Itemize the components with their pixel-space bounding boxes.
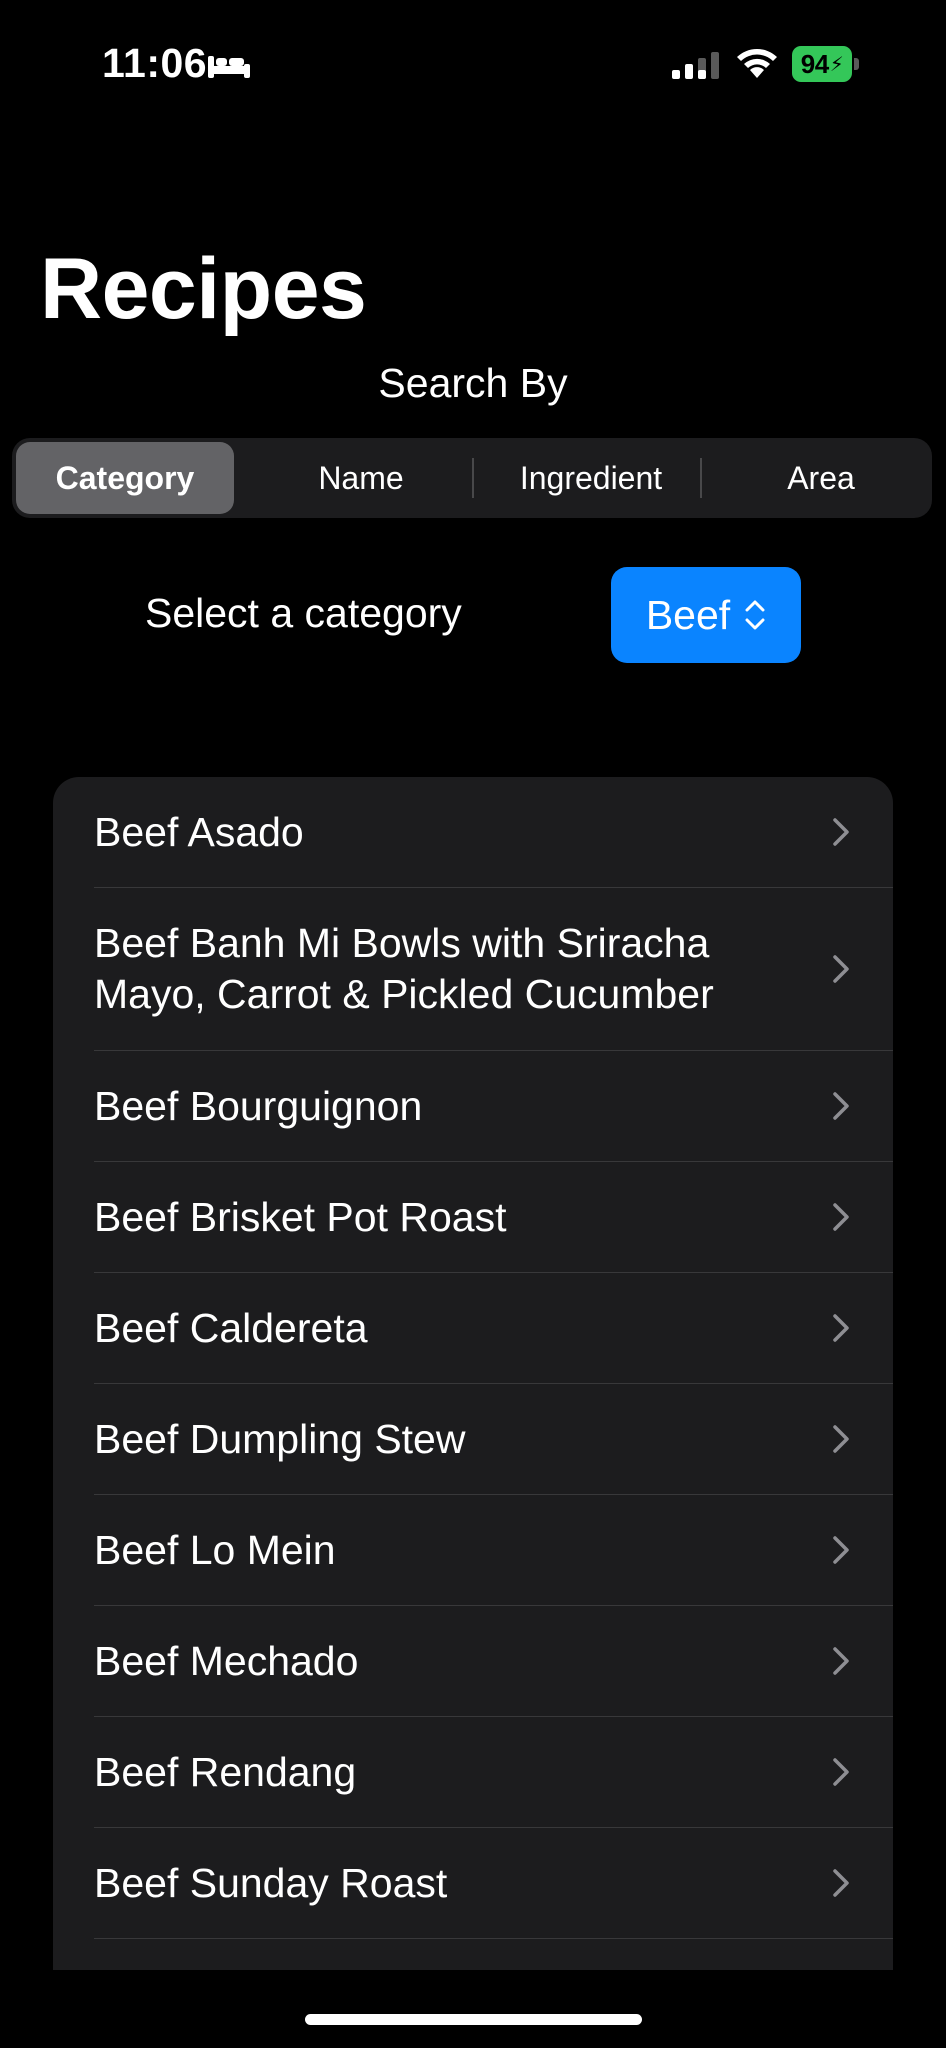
sleep-focus-icon [208,56,250,78]
segment-ingredient[interactable]: Ingredient [482,442,700,514]
chevron-right-icon [833,1092,849,1120]
search-by-segmented-control: Category Name Ingredient Area [12,438,932,518]
recipe-row[interactable]: Beef Dumpling Stew [53,1384,893,1495]
search-by-label: Search By [378,360,568,406]
cellular-signal-icon [672,52,719,79]
chevron-right-icon [833,1203,849,1231]
recipe-row[interactable]: Beef Asado [53,777,893,888]
recipe-name: Beef Bourguignon [94,1083,423,1129]
segment-divider [472,458,474,498]
up-down-chevron-icon [745,600,765,630]
category-picker-value: Beef [645,591,731,638]
segment-category[interactable]: Category [16,442,234,514]
status-time: 11:06 [102,40,208,86]
recipe-name: Beef Sunday Roast [94,1860,448,1906]
recipe-row[interactable]: Beef Bourguignon [53,1051,893,1162]
recipe-name: Beef Rendang [94,1749,357,1795]
home-indicator[interactable] [305,2014,642,2025]
battery-percent: 94 [800,48,829,79]
page-title: Recipes [40,241,367,337]
recipe-name: Beef Asado [94,809,304,855]
battery-cap [854,58,859,70]
recipe-row[interactable]: Beef Banh Mi Bowls with Sriracha Mayo, C… [53,888,893,1051]
category-picker-button[interactable]: Beef [611,567,801,663]
segment-divider [700,458,702,498]
recipe-row[interactable]: Beef Lo Mein [53,1495,893,1606]
recipe-name: Beef Caldereta [94,1305,368,1351]
recipe-name: Beef Brisket Pot Roast [94,1194,507,1240]
recipe-name: Beef Mechado [94,1638,359,1684]
chevron-right-icon [833,1647,849,1675]
segment-name[interactable]: Name [252,442,470,514]
chevron-right-icon [833,1758,849,1786]
chevron-right-icon [833,1425,849,1453]
chevron-right-icon [833,1314,849,1342]
recipe-name: Beef Lo Mein [94,1527,336,1573]
category-picker-label: Select a category [145,590,462,636]
wifi-icon [737,49,777,78]
recipe-row[interactable]: Beef Mechado [53,1606,893,1717]
recipe-row[interactable]: Beef Brisket Pot Roast [53,1162,893,1273]
segment-area[interactable]: Area [712,442,930,514]
battery-level: 94 ⚡ [792,46,852,82]
recipe-list: Beef Asado Beef Banh Mi Bowls with Srira… [53,777,893,1970]
recipe-row[interactable]: Beef Caldereta [53,1273,893,1384]
chevron-right-icon [833,955,849,983]
chevron-right-icon [833,1869,849,1897]
row-separator [94,1938,893,1939]
chevron-right-icon [833,1536,849,1564]
chevron-right-icon [833,818,849,846]
recipe-row[interactable]: Beef Sunday Roast [53,1828,893,1939]
recipe-name: Beef Banh Mi Bowls with Sriracha Mayo, C… [94,920,714,1017]
recipe-row[interactable]: Beef Rendang [53,1717,893,1828]
recipe-name: Beef Dumpling Stew [94,1416,466,1462]
battery-icon: 94 ⚡ [792,46,860,82]
